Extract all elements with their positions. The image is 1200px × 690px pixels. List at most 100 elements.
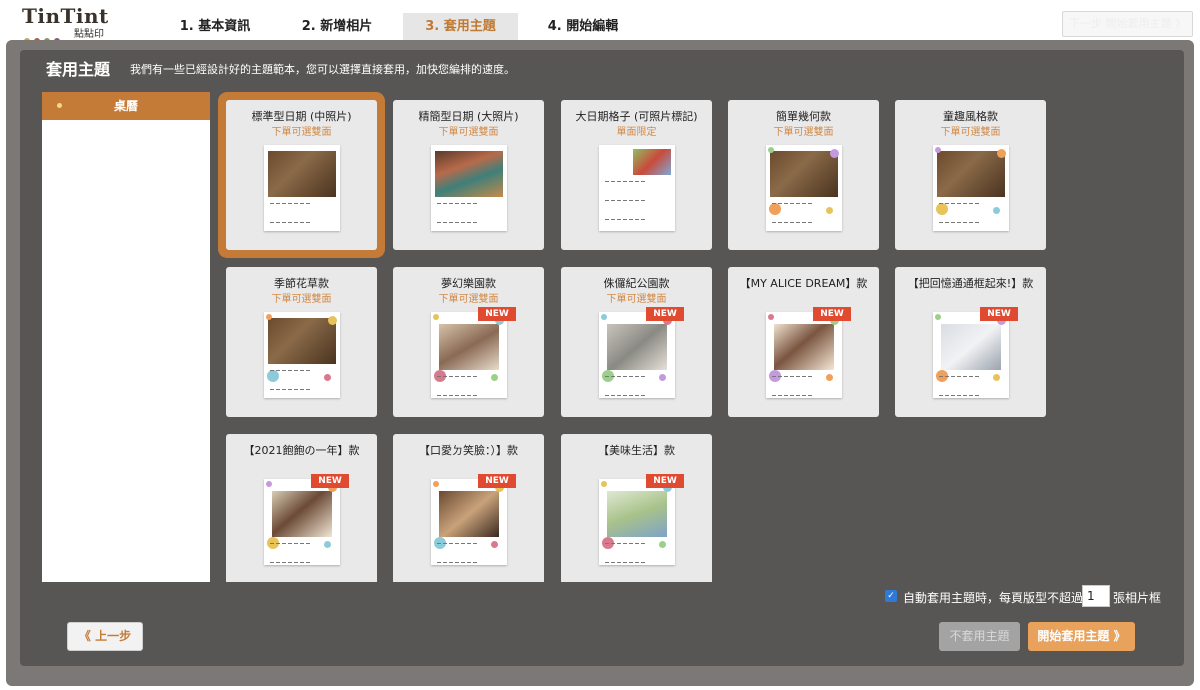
theme-photo xyxy=(941,324,1001,370)
theme-photo xyxy=(937,151,1005,197)
no-theme-button[interactable]: 不套用主題 xyxy=(939,622,1020,651)
theme-card[interactable]: 【MY ALICE DREAM】款 NEW xyxy=(728,267,879,417)
category-sidebar: 桌曆 xyxy=(42,92,210,582)
theme-thumbnail xyxy=(431,312,507,398)
theme-name: 【MY ALICE DREAM】款 xyxy=(739,277,868,290)
theme-name: 侏儸紀公園款 xyxy=(603,277,670,290)
decoration-shape xyxy=(935,147,941,153)
theme-thumbnail xyxy=(431,145,507,231)
theme-photo xyxy=(439,324,499,370)
theme-photo xyxy=(607,491,667,537)
theme-note: 下單可選雙面 xyxy=(438,294,499,305)
new-badge: NEW xyxy=(311,474,349,488)
theme-photo xyxy=(268,318,336,364)
logo-subtitle: 點點印 xyxy=(74,29,104,40)
theme-thumbnail xyxy=(264,145,340,231)
theme-card[interactable]: 簡單幾何款 下單可選雙面 xyxy=(728,100,879,250)
theme-thumbnail xyxy=(264,479,340,565)
theme-note: 下單可選雙面 xyxy=(606,294,667,305)
theme-note: 單面限定 xyxy=(616,127,657,138)
theme-card[interactable]: 【把回憶通通框起來!】款 NEW xyxy=(895,267,1046,417)
calendar-grid xyxy=(605,181,669,231)
decoration-shape xyxy=(266,314,272,320)
theme-thumbnail xyxy=(599,312,675,398)
new-badge: NEW xyxy=(646,474,684,488)
theme-card[interactable]: 【口愛ㄉ笑臉：）】款 NEW xyxy=(393,434,544,582)
new-badge: NEW xyxy=(478,474,516,488)
start-apply-theme-button[interactable]: 開始套用主題 》 xyxy=(1028,622,1135,651)
theme-card[interactable]: 標準型日期 (中照片) 下單可選雙面 xyxy=(226,100,377,250)
theme-note: 下單可選雙面 xyxy=(271,127,332,138)
page-title: 套用主題 xyxy=(46,60,111,79)
theme-name: 【口愛ㄉ笑臉：）】款 xyxy=(419,444,518,457)
decoration-shape xyxy=(768,314,774,320)
auto-apply-label: 自動套用主題時，每頁版型不超過 xyxy=(903,591,1084,605)
theme-thumbnail xyxy=(431,479,507,565)
theme-card[interactable]: 侏儸紀公園款 下單可選雙面 NEW xyxy=(561,267,712,417)
step-start-editing[interactable]: 4. 開始編輯 xyxy=(538,13,628,40)
theme-thumbnail xyxy=(766,312,842,398)
step-apply-theme[interactable]: 3. 套用主題 xyxy=(403,13,518,40)
previous-step-button[interactable]: 《 上一步 xyxy=(67,622,143,651)
theme-name: 大日期格子 (可照片標記) xyxy=(575,110,698,123)
calendar-grid xyxy=(772,376,836,398)
theme-photo xyxy=(774,324,834,370)
new-badge: NEW xyxy=(813,307,851,321)
theme-name: 【2021飽飽の一年】款 xyxy=(243,444,360,457)
theme-card[interactable]: 季節花草款下單可選雙面 xyxy=(226,267,377,417)
theme-card[interactable]: 精簡型日期 (大照片) 下單可選雙面 xyxy=(393,100,544,250)
theme-card[interactable]: 夢幻樂園款 下單可選雙面 NEW xyxy=(393,267,544,417)
theme-card[interactable]: 【2021飽飽の一年】款 NEW xyxy=(226,434,377,582)
calendar-grid xyxy=(270,543,334,565)
calendar-grid xyxy=(270,370,334,398)
frames-per-page-input[interactable]: 1 xyxy=(1082,585,1110,607)
theme-note: 下單可選雙面 xyxy=(940,127,1001,138)
theme-card[interactable]: 大日期格子 (可照片標記) 單面限定 xyxy=(561,100,712,250)
tintint-logo[interactable]: TinTint 點點印 xyxy=(22,4,112,44)
calendar-grid xyxy=(605,543,669,565)
theme-photo xyxy=(770,151,838,197)
decoration-shape xyxy=(830,149,839,158)
theme-photo xyxy=(268,151,336,197)
theme-thumbnail xyxy=(766,145,842,231)
step-add-photos[interactable]: 2. 新增相片 xyxy=(292,13,382,40)
theme-thumbnail xyxy=(933,145,1009,231)
theme-name: 精簡型日期 (大照片) xyxy=(418,110,519,123)
theme-name: 【美味生活】款 xyxy=(598,444,675,457)
next-step-button[interactable]: 下一步 開始套用主題 》 xyxy=(1062,11,1193,37)
frames-suffix-label: 張相片框 xyxy=(1113,591,1162,605)
theme-thumbnail xyxy=(264,312,340,398)
theme-photo xyxy=(607,324,667,370)
theme-card[interactable]: 童趣風格款 下單可選雙面 xyxy=(895,100,1046,250)
decoration-shape xyxy=(433,314,439,320)
new-badge: NEW xyxy=(646,307,684,321)
calendar-grid xyxy=(270,203,334,231)
category-item-desk-calendar[interactable]: 桌曆 xyxy=(42,92,210,120)
theme-photo xyxy=(633,149,671,175)
theme-grid: 標準型日期 (中照片) 下單可選雙面 精簡型日期 (大照片) 下單可選雙面 大日期格子 … xyxy=(218,92,1160,582)
page-description: 我們有一些已經設計好的主題範本，您可以選擇直接套用，加快您編排的速度。 xyxy=(130,63,515,76)
calendar-grid xyxy=(939,203,1003,231)
decoration-shape xyxy=(328,316,337,325)
decoration-shape xyxy=(601,481,607,487)
theme-note: 下單可選雙面 xyxy=(271,294,332,305)
theme-name: 簡單幾何款 xyxy=(776,110,831,123)
calendar-grid xyxy=(437,376,501,398)
decoration-shape xyxy=(266,481,272,487)
auto-apply-checkbox[interactable]: ✓ xyxy=(885,590,897,602)
top-navigation-bar: TinTint 點點印 1. 基本資訊 2. 新增相片 3. 套用主題 4. 開… xyxy=(0,0,1200,44)
new-badge: NEW xyxy=(478,307,516,321)
theme-name: 標準型日期 (中照片) xyxy=(251,110,352,123)
theme-photo xyxy=(439,491,499,537)
theme-name: 季節花草款 xyxy=(274,277,329,290)
theme-note: 下單可選雙面 xyxy=(438,127,499,138)
category-label: 桌曆 xyxy=(113,99,138,113)
decoration-shape xyxy=(997,149,1006,158)
step-basic-info[interactable]: 1. 基本資訊 xyxy=(170,13,260,40)
decoration-shape xyxy=(433,481,439,487)
theme-thumbnail xyxy=(599,479,675,565)
decoration-shape xyxy=(601,314,607,320)
theme-photo xyxy=(272,491,332,537)
theme-card[interactable]: 【美味生活】款 NEW xyxy=(561,434,712,582)
calendar-grid xyxy=(605,376,669,398)
